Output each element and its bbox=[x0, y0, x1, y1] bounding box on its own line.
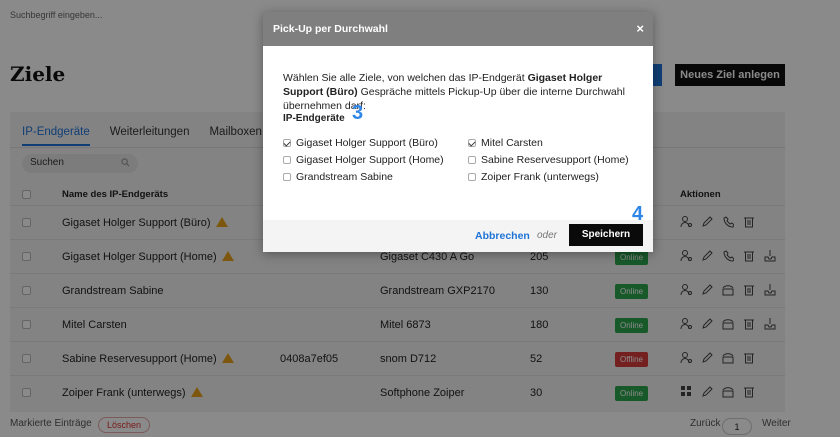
step-marker-3: 3 bbox=[352, 102, 364, 124]
step-marker-4: 4 bbox=[632, 203, 644, 225]
dialog-title: Pick-Up per Durchwahl bbox=[273, 23, 388, 35]
option-grandstream-sabine[interactable]: Grandstream Sabine bbox=[283, 171, 393, 183]
option-gigaset-home[interactable]: Gigaset Holger Support (Home) bbox=[283, 154, 444, 166]
or-separator: oder bbox=[537, 230, 558, 241]
dialog-header: Pick-Up per Durchwahl × bbox=[263, 12, 653, 46]
section-title: IP-Endgeräte bbox=[283, 113, 345, 124]
option-zoiper-frank[interactable]: Zoiper Frank (unterwegs) bbox=[468, 171, 599, 183]
pickup-dialog: Pick-Up per Durchwahl × Wählen Sie alle … bbox=[263, 12, 653, 252]
dialog-description: Wählen Sie alle Ziele, von welchen das I… bbox=[283, 72, 625, 112]
checkbox[interactable] bbox=[468, 173, 476, 181]
checkbox[interactable] bbox=[283, 156, 291, 164]
checkbox[interactable] bbox=[468, 156, 476, 164]
save-button[interactable]: Speichern bbox=[569, 224, 643, 246]
close-icon[interactable]: × bbox=[636, 21, 644, 36]
dialog-footer: Abbrechen oder Speichern bbox=[263, 220, 653, 252]
dialog-body: Wählen Sie alle Ziele, von welchen das I… bbox=[263, 46, 653, 220]
checkbox[interactable] bbox=[468, 139, 476, 147]
checkbox[interactable] bbox=[283, 139, 291, 147]
option-gigaset-buero[interactable]: Gigaset Holger Support (Büro) bbox=[283, 137, 438, 149]
option-mitel-carsten[interactable]: Mitel Carsten bbox=[468, 137, 543, 149]
cancel-button[interactable]: Abbrechen bbox=[475, 230, 530, 242]
option-sabine-reserve[interactable]: Sabine Reservesupport (Home) bbox=[468, 154, 629, 166]
checkbox[interactable] bbox=[283, 173, 291, 181]
